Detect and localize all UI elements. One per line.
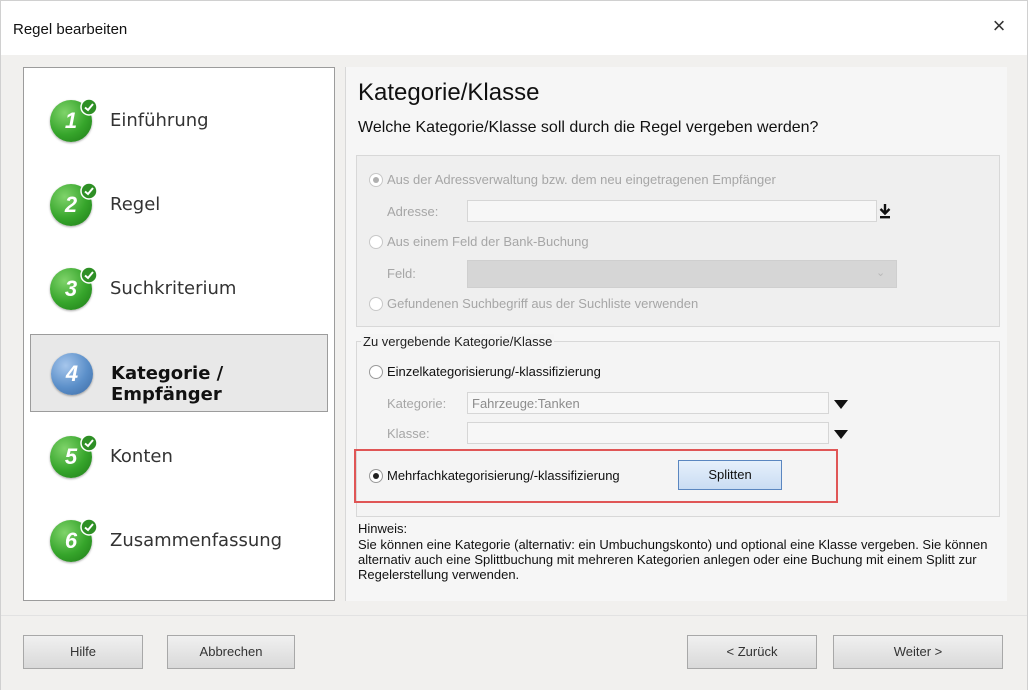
check-icon: [80, 518, 98, 536]
step-number-badge: 4: [51, 353, 93, 395]
category-label: Kategorie:: [387, 396, 447, 411]
radio-label: Gefundenen Suchbegriff aus der Suchliste…: [387, 296, 699, 311]
step-kategorie-empfaenger[interactable]: 4 Kategorie / Empfänger: [30, 334, 328, 412]
radio-button[interactable]: [369, 297, 383, 311]
footer-divider: [1, 615, 1027, 616]
hint-text: Sie können eine Kategorie (alternativ: e…: [358, 537, 988, 582]
radio-label: Aus einem Feld der Bank-Buchung: [387, 234, 589, 249]
radio-button[interactable]: [369, 173, 383, 187]
window-title: Regel bearbeiten: [13, 21, 128, 38]
step-label: Suchkriterium: [110, 278, 237, 299]
triangle-down-icon[interactable]: [833, 396, 849, 414]
step-label: Kategorie / Empfänger: [111, 363, 224, 405]
source-options-group: Aus der Adressverwaltung bzw. dem neu ei…: [356, 155, 1000, 327]
radio-label: Aus der Adressverwaltung bzw. dem neu ei…: [387, 172, 776, 187]
field-select[interactable]: ⌄: [467, 260, 897, 288]
page-subtitle: Welche Kategorie/Klasse soll durch die R…: [358, 119, 819, 136]
dialog-window: Regel bearbeiten × 1 Einführung 2 Regel: [0, 0, 1028, 690]
step-number-badge: 2: [50, 182, 98, 226]
class-label: Klasse:: [387, 426, 430, 441]
step-regel[interactable]: 2 Regel: [30, 166, 328, 244]
step-number-badge: 1: [50, 98, 98, 142]
address-label: Adresse:: [387, 204, 439, 219]
check-icon: [80, 266, 98, 284]
group-title: Zu vergebende Kategorie/Klasse: [361, 334, 555, 349]
back-button[interactable]: < Zurück: [687, 635, 817, 669]
help-button[interactable]: Hilfe: [23, 635, 143, 669]
step-number-badge: 3: [50, 266, 98, 310]
hint-title: Hinweis:: [358, 521, 408, 536]
cancel-button[interactable]: Abbrechen: [167, 635, 295, 669]
radio-label: Einzelkategorisierung/-klassifizierung: [387, 364, 601, 379]
step-number: 4: [65, 361, 79, 386]
chevron-down-icon: ⌄: [876, 267, 886, 279]
step-label: Einführung: [110, 110, 209, 131]
field-label: Feld:: [387, 266, 416, 281]
check-icon: [80, 434, 98, 452]
triangle-down-icon[interactable]: [833, 426, 849, 444]
step-number-badge: 5: [50, 434, 98, 478]
step-suchkriterium[interactable]: 3 Suchkriterium: [30, 250, 328, 328]
step-label: Konten: [110, 446, 173, 467]
page-title: Kategorie/Klasse: [358, 79, 540, 106]
title-bar: Regel bearbeiten ×: [1, 1, 1027, 55]
split-button[interactable]: Splitten: [678, 460, 782, 490]
step-content: Kategorie/Klasse Welche Kategorie/Klasse…: [345, 67, 1007, 601]
wizard-steps-panel: 1 Einführung 2 Regel 3 Suchkriterium 4 K…: [23, 67, 335, 601]
step-number-badge: 6: [50, 518, 98, 562]
step-zusammenfassung[interactable]: 6 Zusammenfassung: [30, 502, 328, 580]
radio-button[interactable]: [369, 235, 383, 249]
address-input[interactable]: [467, 200, 877, 222]
close-button[interactable]: ×: [987, 15, 1011, 39]
category-input[interactable]: Fahrzeuge:Tanken: [467, 392, 829, 414]
step-label: Regel: [110, 194, 161, 215]
check-icon: [80, 98, 98, 116]
step-einfuehrung[interactable]: 1 Einführung: [30, 82, 328, 160]
next-button[interactable]: Weiter >: [833, 635, 1003, 669]
check-icon: [80, 182, 98, 200]
dialog-body: 1 Einführung 2 Regel 3 Suchkriterium 4 K…: [1, 55, 1027, 690]
step-konten[interactable]: 5 Konten: [30, 418, 328, 496]
class-input[interactable]: [467, 422, 829, 444]
step-label: Zusammenfassung: [110, 530, 283, 551]
radio-button[interactable]: [369, 365, 383, 379]
arrow-down-to-line-icon[interactable]: [877, 202, 893, 220]
